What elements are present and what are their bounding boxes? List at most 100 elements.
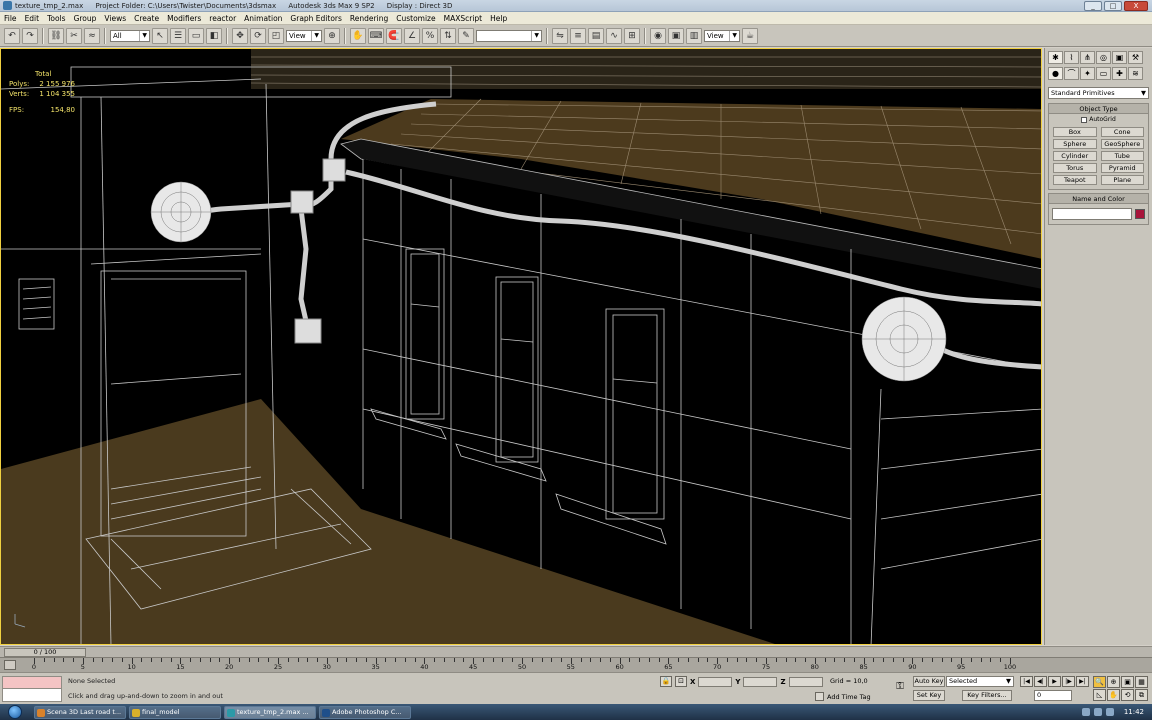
box-button[interactable]: Box [1053, 127, 1097, 137]
keyboard-shortcut-icon[interactable]: ⌨ [368, 27, 384, 44]
key-icon[interactable]: ⚿ [892, 681, 908, 695]
redo-icon[interactable]: ↷ [22, 27, 38, 44]
menu-modifiers[interactable]: Modifiers [163, 14, 205, 23]
render-frame-icon[interactable]: ▥ [686, 27, 702, 44]
render-view-dropdown[interactable]: View ▼ [704, 29, 740, 42]
quick-render-icon[interactable]: ☕ [742, 27, 758, 44]
go-to-start-icon[interactable]: |◀ [1020, 676, 1033, 687]
menu-graph-editors[interactable]: Graph Editors [286, 14, 346, 23]
move-icon[interactable]: ✥ [232, 27, 248, 44]
minimize-button[interactable]: _ [1084, 0, 1102, 11]
network-icon[interactable] [1081, 708, 1090, 716]
name-color-header[interactable]: Name and Color [1049, 194, 1148, 204]
geometry-icon[interactable]: ● [1048, 67, 1063, 80]
rectangular-selection-icon[interactable]: ▭ [188, 27, 204, 44]
named-selection-dropdown[interactable]: ▼ [476, 29, 542, 42]
window-crossing-icon[interactable]: ◧ [206, 27, 222, 44]
schematic-view-icon[interactable]: ⊞ [624, 27, 640, 44]
pan-icon[interactable]: ✋ [1107, 689, 1120, 701]
primitive-category-dropdown[interactable]: Standard Primitives ▼ [1048, 87, 1149, 99]
frame-ruler[interactable]: 0 5 10 15 20 25 30 35 40 45 50 55 60 65 70 75 80 85 90 95 10… [32, 658, 1016, 673]
modify-tab-icon[interactable]: ⌇ [1064, 51, 1079, 64]
close-button[interactable]: X [1124, 0, 1148, 11]
torus-button[interactable]: Torus [1053, 163, 1097, 173]
cylinder-button[interactable]: Cylinder [1053, 151, 1097, 161]
teapot-button[interactable]: Teapot [1053, 175, 1097, 185]
maximize-button[interactable]: □ [1104, 0, 1122, 11]
zoom-icon[interactable]: 🔍 [1093, 676, 1106, 688]
create-tab-icon[interactable]: ✱ [1048, 51, 1063, 64]
tube-button[interactable]: Tube [1100, 151, 1144, 161]
menu-group[interactable]: Group [70, 14, 101, 23]
z-coordinate-field[interactable] [788, 676, 823, 687]
time-slider-thumb[interactable]: 0 / 100 [4, 648, 86, 657]
select-by-name-icon[interactable]: ☰ [170, 27, 186, 44]
language-icon[interactable] [1105, 708, 1114, 716]
rotate-icon[interactable]: ⟳ [250, 27, 266, 44]
spinner-snap-icon[interactable]: ⇅ [440, 27, 456, 44]
menu-reactor[interactable]: reactor [205, 14, 240, 23]
cone-button[interactable]: Cone [1100, 127, 1144, 137]
field-of-view-icon[interactable]: ◺ [1093, 689, 1106, 701]
taskbar-item[interactable]: final_model [129, 705, 221, 719]
render-setup-icon[interactable]: ▣ [668, 27, 684, 44]
play-icon[interactable]: ▶ [1048, 676, 1061, 687]
lights-icon[interactable]: ✦ [1080, 67, 1095, 80]
menu-maxscript[interactable]: MAXScript [440, 14, 487, 23]
mirror-icon[interactable]: ⇋ [552, 27, 568, 44]
object-type-header[interactable]: Object Type [1049, 104, 1148, 114]
reference-coordinate-dropdown[interactable]: View ▼ [286, 29, 322, 42]
app-icon[interactable] [3, 1, 12, 10]
spacewarps-icon[interactable]: ≋ [1128, 67, 1143, 80]
curve-editor-icon[interactable]: ∿ [606, 27, 622, 44]
hierarchy-tab-icon[interactable]: ⋔ [1080, 51, 1095, 64]
select-object-icon[interactable]: ↖ [152, 27, 168, 44]
menu-views[interactable]: Views [100, 14, 130, 23]
sphere-button[interactable]: Sphere [1053, 139, 1097, 149]
taskbar-item[interactable]: Adobe Photoshop C... [319, 705, 411, 719]
cameras-icon[interactable]: ▭ [1096, 67, 1111, 80]
motion-tab-icon[interactable]: ◎ [1096, 51, 1111, 64]
snaps-toggle-icon[interactable]: 🧲 [386, 27, 402, 44]
time-slider-track[interactable]: 0 / 100 [0, 646, 1152, 657]
perspective-viewport[interactable]: Total Polys: 2 155 976 Verts: 1 104 355 … [0, 48, 1042, 645]
pyramid-button[interactable]: Pyramid [1100, 163, 1144, 173]
track-bar[interactable]: 0 5 10 15 20 25 30 35 40 45 50 55 60 65 70 75 80 85 90 95 10… [0, 657, 1152, 672]
absolute-mode-icon[interactable]: ⊡ [675, 676, 687, 687]
material-editor-icon[interactable]: ◉ [650, 27, 666, 44]
menu-file[interactable]: File [0, 14, 21, 23]
key-selection-dropdown[interactable]: Selected ▼ [946, 676, 1014, 687]
plane-button[interactable]: Plane [1100, 175, 1144, 185]
geosphere-button[interactable]: GeoSphere [1100, 139, 1144, 149]
zoom-extents-all-icon[interactable]: ▦ [1135, 676, 1148, 688]
percent-snap-icon[interactable]: % [422, 27, 438, 44]
y-coordinate-field[interactable] [743, 676, 778, 687]
auto-key-button[interactable]: Auto Key [913, 676, 945, 687]
object-name-field[interactable] [1052, 208, 1132, 220]
arc-rotate-icon[interactable]: ⟲ [1121, 689, 1134, 701]
previous-frame-icon[interactable]: ◀| [1034, 676, 1047, 687]
start-button-icon[interactable] [8, 705, 22, 719]
menu-rendering[interactable]: Rendering [346, 14, 392, 23]
angle-snap-icon[interactable]: ∠ [404, 27, 420, 44]
zoom-extents-icon[interactable]: ▣ [1121, 676, 1134, 688]
selection-lock-icon[interactable]: 🔒 [660, 676, 672, 687]
pivot-center-icon[interactable]: ⊕ [324, 27, 340, 44]
set-key-button[interactable]: Set Key [913, 690, 945, 701]
layer-manager-icon[interactable]: ▤ [588, 27, 604, 44]
x-coordinate-field[interactable] [698, 676, 733, 687]
scale-icon[interactable]: ◰ [268, 27, 284, 44]
listener-input[interactable] [2, 676, 62, 689]
open-mini-curve-editor-icon[interactable] [4, 660, 16, 670]
current-frame-field[interactable]: 0 [1034, 690, 1072, 701]
add-time-tag[interactable]: Add Time Tag [815, 692, 871, 701]
helpers-icon[interactable]: ✚ [1112, 67, 1127, 80]
shapes-icon[interactable]: ⌒ [1064, 67, 1079, 80]
autogrid-checkbox[interactable]: AutoGrid [1049, 114, 1148, 125]
bind-space-warp-icon[interactable]: ≈ [84, 27, 100, 44]
menu-edit[interactable]: Edit [21, 14, 44, 23]
align-icon[interactable]: ≡ [570, 27, 586, 44]
listener-output[interactable] [2, 689, 62, 702]
unlink-icon[interactable]: ✂ [66, 27, 82, 44]
selection-filter-dropdown[interactable]: All ▼ [110, 29, 150, 42]
